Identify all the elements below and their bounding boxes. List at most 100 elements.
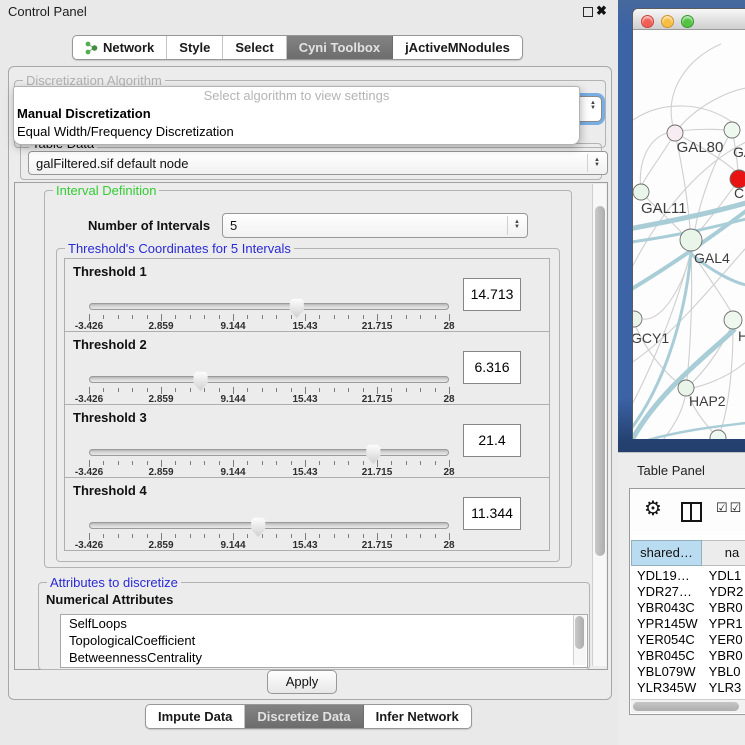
- network-node[interactable]: [633, 184, 649, 200]
- table-row[interactable]: YER054CYER0: [631, 632, 745, 648]
- bottom-tabs: Impute Data Discretize Data Infer Networ…: [145, 704, 472, 729]
- table-horizontal-scrollbar[interactable]: [631, 699, 745, 713]
- threshold-value-field[interactable]: 14.713: [463, 278, 521, 311]
- apply-button[interactable]: Apply: [267, 670, 337, 694]
- network-node[interactable]: [680, 229, 702, 251]
- cell-name[interactable]: YLR3: [705, 680, 745, 696]
- cell-name[interactable]: YER0: [705, 632, 745, 648]
- tab-infer-network[interactable]: Infer Network: [364, 705, 471, 728]
- cell-shared-name[interactable]: YDR27…: [631, 584, 705, 600]
- float-window-icon[interactable]: [583, 7, 593, 17]
- table-row[interactable]: YBR043CYBR0: [631, 600, 745, 616]
- combo-arrows-icon: ▲▼: [590, 101, 596, 111]
- control-panel-tabs: Network Style Select Cyni Toolbox jActiv…: [72, 35, 523, 60]
- attribute-list-item[interactable]: BetweennessCentrality: [61, 649, 587, 666]
- attribute-list-item[interactable]: SelfLoops: [61, 615, 587, 632]
- table-data-combobox[interactable]: galFiltered.sif default node ▲▼: [28, 151, 608, 175]
- popup-option[interactable]: Manual Discretization: [14, 105, 579, 123]
- numerical-attributes-list[interactable]: SelfLoopsTopologicalCoefficientBetweenne…: [60, 614, 588, 668]
- threshold-panel: Threshold 4 -3.4262.8599.14415.4321.7152…: [64, 477, 550, 551]
- slider-thumb[interactable]: [250, 517, 266, 537]
- select-columns-icon[interactable]: ☑☑: [716, 500, 743, 516]
- table-panel-title: Table Panel: [637, 463, 705, 478]
- threshold-coords-title: Threshold's Coordinates for 5 Intervals: [65, 241, 294, 256]
- scrollbar-thumb[interactable]: [575, 616, 584, 649]
- cell-shared-name[interactable]: YBL079W: [631, 664, 705, 680]
- table-row[interactable]: YPR145WYPR1: [631, 616, 745, 632]
- tab-cyni-toolbox[interactable]: Cyni Toolbox: [287, 36, 393, 59]
- num-intervals-label: Number of Intervals: [88, 218, 210, 233]
- tab-jactivemnodules[interactable]: jActiveMNodules: [393, 36, 522, 59]
- cell-shared-name[interactable]: YDL19…: [631, 568, 705, 584]
- threshold-value-field[interactable]: 11.344: [463, 497, 521, 530]
- scrollbar-thumb[interactable]: [633, 702, 739, 711]
- cell-shared-name[interactable]: YPR145W: [631, 616, 705, 632]
- cell-shared-name[interactable]: YLR345W: [631, 680, 705, 696]
- node-label: GA: [733, 144, 745, 160]
- table-row[interactable]: YBL079WYBL0: [631, 664, 745, 680]
- cell-name[interactable]: YPR1: [705, 616, 745, 632]
- table-row[interactable]: YBR045CYBR0: [631, 648, 745, 664]
- table-row[interactable]: YDL19…YDL1: [631, 568, 745, 584]
- cell-shared-name[interactable]: YBR043C: [631, 600, 705, 616]
- threshold-label: Threshold 2: [73, 337, 147, 352]
- scrollbar-thumb[interactable]: [595, 206, 605, 556]
- slider-track[interactable]: [89, 303, 449, 310]
- threshold-label: Threshold 1: [73, 264, 147, 279]
- interval-group-title: Interval Definition: [53, 183, 159, 198]
- panel-title: Control Panel: [8, 4, 87, 19]
- network-node[interactable]: [724, 122, 740, 138]
- threshold-value-field[interactable]: 21.4: [463, 424, 521, 457]
- threshold-panel: Threshold 1 -3.4262.8599.14415.4321.7152…: [64, 258, 550, 332]
- cell-shared-name[interactable]: YBR045C: [631, 648, 705, 664]
- tab-network[interactable]: Network: [73, 36, 167, 59]
- table-row[interactable]: YDR27…YDR2: [631, 584, 745, 600]
- cell-name[interactable]: YDL1: [705, 568, 745, 584]
- network-node[interactable]: [724, 311, 742, 329]
- num-intervals-combobox[interactable]: 5 ▲▼: [222, 213, 528, 238]
- network-graph: GAL80GAGAL11CGAL4GCY1HHAP2: [633, 30, 745, 439]
- cell-shared-name[interactable]: YER054C: [631, 632, 705, 648]
- node-label: HAP2: [689, 393, 726, 409]
- table-row[interactable]: YLR345WYLR3: [631, 680, 745, 696]
- cell-name[interactable]: YBR0: [705, 600, 745, 616]
- split-view-icon[interactable]: [681, 502, 702, 522]
- table-panel: ⚙ ☑☑ shared… na YDL19…YDL1YDR27…YDR2YBR0…: [629, 488, 745, 715]
- popup-options: Manual DiscretizationEqual Width/Frequen…: [14, 105, 579, 141]
- slider-track[interactable]: [89, 376, 449, 383]
- cell-name[interactable]: YBL0: [705, 664, 745, 680]
- table-header: shared… na: [631, 540, 745, 566]
- network-node[interactable]: [633, 311, 642, 327]
- cell-name[interactable]: YBR0: [705, 648, 745, 664]
- slider-thumb[interactable]: [193, 371, 209, 391]
- close-icon[interactable]: ✖: [596, 3, 607, 19]
- table-panel-section: Table Panel ⚙ ☑☑ shared… na YDL19…YDL1YD…: [618, 452, 745, 745]
- tab-style[interactable]: Style: [167, 36, 223, 59]
- column-header-name[interactable]: na: [702, 540, 745, 566]
- network-canvas[interactable]: GAL80GAGAL11CGAL4GCY1HHAP2: [633, 30, 745, 439]
- node-label: C: [734, 185, 744, 201]
- tab-discretize-data[interactable]: Discretize Data: [245, 705, 363, 728]
- slider-track[interactable]: [89, 522, 449, 529]
- list-vertical-scrollbar[interactable]: [573, 615, 586, 665]
- gear-icon[interactable]: ⚙: [644, 496, 662, 521]
- control-panel-titlebar: Control Panel ✖: [0, 0, 618, 22]
- table-toolbar: ⚙ ☑☑: [630, 489, 745, 535]
- table-data-value: galFiltered.sif default node: [36, 156, 188, 171]
- slider-thumb[interactable]: [365, 444, 381, 464]
- algorithm-dropdown-popup: Select algorithm to view settings Manual…: [13, 86, 580, 145]
- attribute-list-item[interactable]: TopologicalCoefficient: [61, 632, 587, 649]
- application-window: Control Panel ✖ Network Style Select Cyn…: [0, 0, 745, 745]
- zoom-traffic-light[interactable]: [681, 15, 694, 28]
- column-header-shared-name[interactable]: shared…: [631, 540, 702, 566]
- threshold-value-field[interactable]: 6.316: [463, 351, 521, 384]
- tab-impute-data[interactable]: Impute Data: [146, 705, 245, 728]
- slider-track[interactable]: [89, 449, 449, 456]
- panel-vertical-scrollbar[interactable]: [592, 184, 606, 666]
- threshold-panel: Threshold 3 -3.4262.8599.14415.4321.7152…: [64, 404, 550, 478]
- cell-name[interactable]: YDR2: [705, 584, 745, 600]
- close-traffic-light[interactable]: [641, 15, 654, 28]
- minimize-traffic-light[interactable]: [661, 15, 674, 28]
- tab-select[interactable]: Select: [223, 36, 286, 59]
- popup-option[interactable]: Equal Width/Frequency Discretization: [14, 123, 579, 141]
